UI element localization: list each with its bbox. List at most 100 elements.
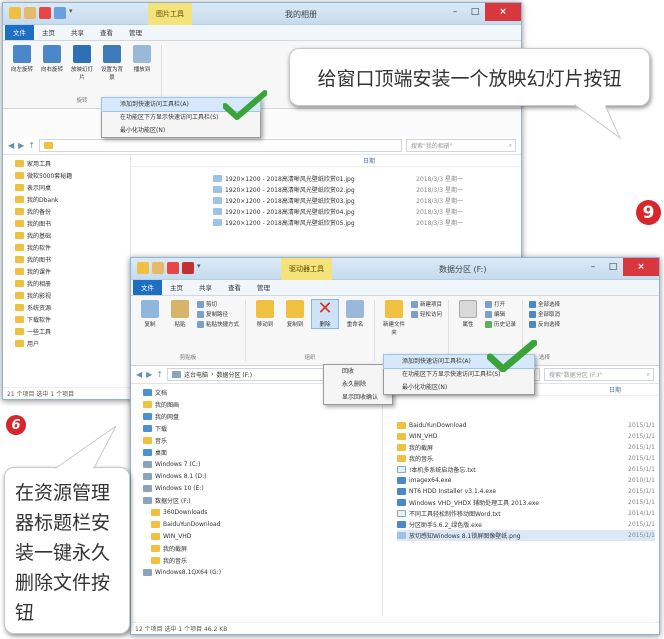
tab-home[interactable]: 主页 (162, 280, 191, 295)
paste-shortcut-button[interactable]: 粘贴快捷方式 (197, 320, 239, 328)
rename-button[interactable]: 重命名 (342, 300, 368, 328)
set-background-button[interactable]: 设置为背景 (99, 45, 125, 81)
minimize-ribbon-item[interactable]: 最小化功能区(N) (102, 124, 260, 137)
nav-item[interactable]: 我的图书 (3, 253, 130, 265)
minimize-button[interactable]: – (445, 3, 465, 21)
file-row[interactable]: 1920×1200 - 2018高清晰风光壁纸欣赏05.jpg 2018/3/3 … (213, 217, 463, 228)
nav-item[interactable]: 音乐 (131, 434, 382, 446)
file-row[interactable]: !本机多系统启动备忘.txt 2015/1/1 (397, 464, 655, 475)
maximize-button[interactable]: □ (603, 258, 623, 276)
nav-item[interactable]: 我的音乐 (131, 554, 382, 566)
file-row[interactable]: 不同工具轻松制作移动图Word.txt 2014/1/1 (397, 508, 655, 519)
file-row[interactable]: 我的音乐 2015/1/1 (397, 453, 655, 464)
nav-item[interactable]: 我的基础 (3, 229, 130, 241)
nav-item[interactable]: 我的影视 (3, 289, 130, 301)
permanent-delete-icon[interactable] (182, 262, 194, 274)
tab-manage[interactable]: 管理 (249, 280, 278, 295)
nav-item[interactable]: 360Downloads (131, 506, 382, 518)
file-row[interactable]: WIN_VHD 2015/1/1 (397, 431, 655, 442)
file-row[interactable]: 放切感知Windows 8.1锁屏图像壁纸.png 2015/1/1 (397, 530, 655, 541)
file-row[interactable]: Windows VHD_VHDX 辅助处理工具 2013.exe 2015/1/1 (397, 497, 655, 508)
paste-button[interactable]: 粘贴 (167, 300, 193, 328)
delete-button[interactable]: ✕ 删除 (311, 299, 340, 329)
back-nav-icon[interactable]: ◀ (8, 141, 14, 150)
copy-button[interactable]: 复制 (137, 300, 163, 328)
back-tool-tab[interactable]: 图片工具 (148, 3, 192, 25)
open-button[interactable]: 打开 (485, 300, 516, 308)
file-row[interactable]: 1920×1200 - 2018高清晰风光壁纸欣赏02.jpg 2018/3/3 … (213, 184, 463, 195)
nav-item[interactable]: 下载 (131, 422, 382, 434)
minimize-button[interactable]: – (583, 258, 603, 276)
breadcrumb-data-partition[interactable]: 数据分区 (F:) (216, 370, 252, 379)
tab-home[interactable]: 主页 (34, 25, 63, 40)
tab-file[interactable]: 文件 (5, 25, 34, 40)
easy-access-button[interactable]: 轻松访问 (411, 310, 442, 318)
move-to-button[interactable]: 移动到 (252, 300, 278, 328)
file-row[interactable]: NT6 HDD Installer v3.1.4.exe 2015/1/1 (397, 486, 655, 497)
nav-item[interactable]: BaiduYunDownload (131, 518, 382, 530)
folder-icon[interactable] (9, 7, 21, 19)
nav-item[interactable]: Windows8.1QX64 (G:) (131, 566, 382, 578)
nav-item[interactable]: 系统资源 (3, 301, 130, 313)
close-button[interactable]: × (623, 258, 659, 276)
maximize-button[interactable]: □ (465, 3, 485, 21)
invert-selection-button[interactable]: 反向选择 (529, 320, 560, 328)
nav-item[interactable]: WIN_VHD (131, 530, 382, 542)
back-search-input[interactable]: 搜索"我的相册" ⌕ (406, 139, 516, 152)
nav-item[interactable]: 我的相册 (3, 277, 130, 289)
properties-button[interactable]: 属性 (455, 300, 481, 328)
select-all-button[interactable]: 全部选择 (529, 300, 560, 308)
show-recycle-confirm-item[interactable]: 显示回收确认 (324, 391, 392, 404)
nav-item[interactable]: 微软5000套秘籍 (3, 169, 130, 181)
nav-item[interactable]: 家用工具 (3, 157, 130, 169)
date-column-header[interactable]: 日期 (609, 385, 621, 394)
nav-item[interactable]: 数据分区 (F:) (131, 494, 382, 506)
nav-item[interactable]: Windows 10 (E:) (131, 482, 382, 494)
front-tool-tab[interactable]: 驱动器工具 (281, 258, 332, 280)
tab-share[interactable]: 共享 (63, 25, 92, 40)
chevron-down-icon[interactable]: ▾ (197, 262, 209, 274)
nav-item[interactable]: 我的课件 (3, 265, 130, 277)
nav-item[interactable]: 我的备份 (3, 205, 130, 217)
tab-view[interactable]: 查看 (92, 25, 121, 40)
front-search-input[interactable]: 搜索"数据分区 (F:)" ⌕ (544, 368, 654, 381)
back-path-box[interactable] (39, 139, 402, 152)
nav-item[interactable]: 用户 (3, 337, 130, 349)
slideshow-icon[interactable] (54, 7, 66, 19)
copy-to-button[interactable]: 复制到 (282, 300, 308, 328)
play-to-button[interactable]: 播放到 (129, 45, 155, 81)
permanent-delete-item[interactable]: 永久删除 (324, 378, 392, 391)
nav-item[interactable]: 我的网盘 (131, 410, 382, 422)
tab-file[interactable]: 文件 (133, 280, 162, 295)
new-item-button[interactable]: 新建项目 (411, 300, 442, 308)
nav-item[interactable]: Windows 8.1 (D:) (131, 470, 382, 482)
file-row[interactable]: 1920×1200 - 2018高清晰风光壁纸欣赏01.jpg 2018/3/3 … (213, 173, 463, 184)
breadcrumb-this-pc[interactable]: 这台电脑 (184, 370, 208, 379)
nav-item[interactable]: 桌面 (131, 446, 382, 458)
forward-nav-icon[interactable]: ▶ (18, 141, 24, 150)
file-row[interactable]: BaiduYunDownload 2015/1/1 (397, 420, 655, 431)
nav-item[interactable]: 我的软件 (3, 241, 130, 253)
file-row[interactable]: 我的截屏 2015/1/1 (397, 442, 655, 453)
back-nav-icon[interactable]: ◀ (136, 370, 142, 379)
nav-item[interactable]: 一些工具 (3, 325, 130, 337)
copy-path-button[interactable]: 复制路径 (197, 310, 239, 318)
edit-button[interactable]: 编辑 (485, 310, 516, 318)
file-row[interactable]: 1920×1200 - 2018高清晰风光壁纸欣赏03.jpg 2018/3/3 … (213, 195, 463, 206)
chevron-down-icon[interactable]: ▾ (69, 7, 81, 19)
folder-icon[interactable] (137, 262, 149, 274)
nav-item[interactable]: 我的图书 (3, 217, 130, 229)
delete-icon[interactable] (39, 7, 51, 19)
history-button[interactable]: 历史记录 (485, 320, 516, 328)
tab-view[interactable]: 查看 (220, 280, 249, 295)
properties-icon[interactable] (152, 262, 164, 274)
close-button[interactable]: × (485, 3, 521, 21)
minimize-ribbon-item[interactable]: 最小化功能区(N) (384, 381, 534, 394)
cut-button[interactable]: 剪切 (197, 300, 239, 308)
forward-nav-icon[interactable]: ▶ (146, 370, 152, 379)
rotate-left-button[interactable]: 向左旋转 (9, 45, 35, 81)
file-row[interactable]: 1920×1200 - 2018高清晰风光壁纸欣赏04.jpg 2018/3/3 … (213, 206, 463, 217)
properties-icon[interactable] (24, 7, 36, 19)
nav-item[interactable]: Windows 7 (C:) (131, 458, 382, 470)
slideshow-button[interactable]: 放映幻灯片 (69, 45, 95, 81)
